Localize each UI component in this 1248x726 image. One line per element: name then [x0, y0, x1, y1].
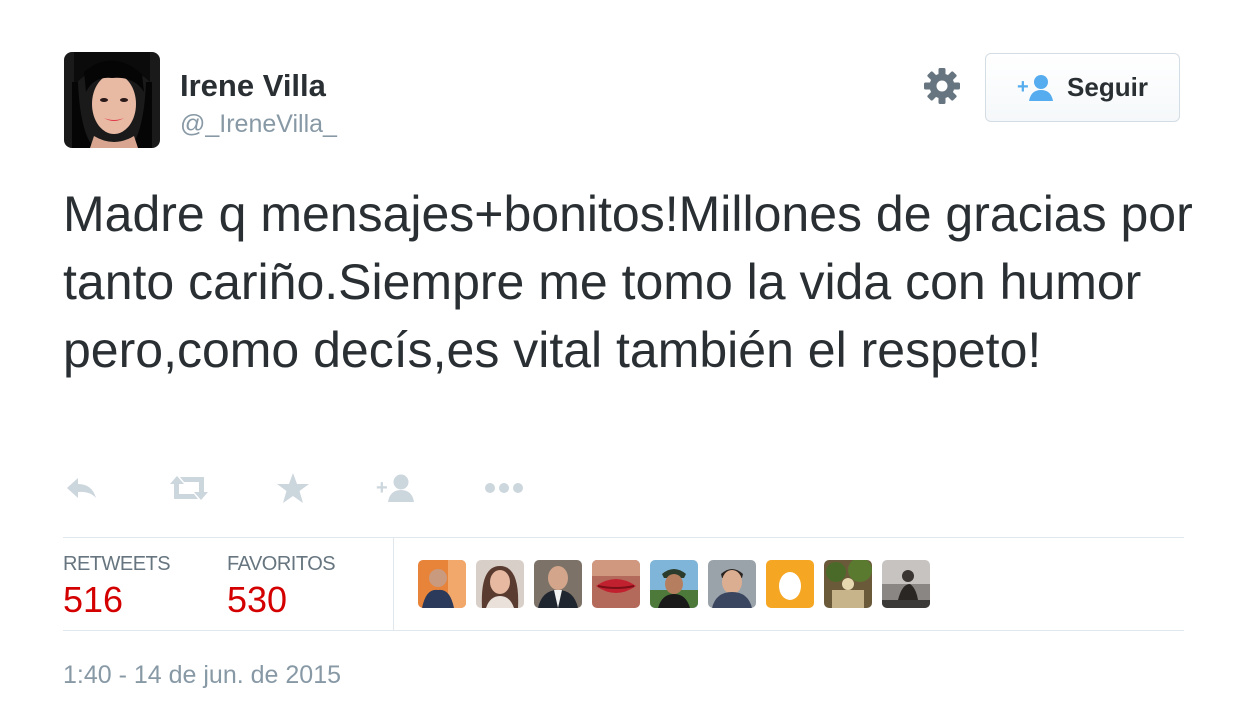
- retweet-icon[interactable]: [168, 468, 210, 508]
- star-icon[interactable]: [276, 468, 310, 508]
- stats-divider: [393, 538, 394, 630]
- tweet-text: Madre q mensajes+bonitos!Millones de gra…: [63, 186, 1193, 378]
- follow-icon[interactable]: +: [376, 468, 418, 508]
- follow-button[interactable]: + Seguir: [985, 53, 1180, 122]
- stats-bottom-divider: [63, 630, 1184, 631]
- user-handle[interactable]: @_IreneVilla_: [180, 108, 337, 140]
- retweets-count: 516: [63, 579, 124, 620]
- add-user-icon: +: [1017, 73, 1057, 103]
- favoriter-avatar[interactable]: [650, 560, 698, 608]
- retweets-stat[interactable]: RETWEETS 516: [63, 552, 171, 622]
- more-icon[interactable]: [484, 468, 524, 508]
- favoriter-avatar[interactable]: [592, 560, 640, 608]
- favorites-label: FAVORITOS: [227, 553, 336, 575]
- follow-button-label: Seguir: [1067, 72, 1148, 102]
- favoriter-avatar[interactable]: [708, 560, 756, 608]
- user-avatar[interactable]: [64, 52, 160, 148]
- retweets-label: RETWEETS: [63, 553, 171, 575]
- reply-icon[interactable]: [64, 468, 100, 508]
- favoriter-avatar[interactable]: [882, 560, 930, 608]
- tweet-timestamp[interactable]: 1:40 - 14 de jun. de 2015: [63, 660, 341, 690]
- svg-text:+: +: [376, 477, 388, 499]
- favoriter-avatar[interactable]: [476, 560, 524, 608]
- tweet-stats: RETWEETS 516 FAVORITOS 530: [63, 538, 1184, 630]
- favorites-count: 530: [227, 579, 288, 620]
- favoriter-avatar[interactable]: [766, 560, 814, 608]
- svg-text:+: +: [1017, 76, 1029, 98]
- user-name[interactable]: Irene Villa: [180, 66, 326, 106]
- favoriter-avatar[interactable]: [534, 560, 582, 608]
- favorites-stat[interactable]: FAVORITOS 530: [227, 552, 336, 622]
- favoriter-avatar[interactable]: [418, 560, 466, 608]
- favoriter-avatar[interactable]: [824, 560, 872, 608]
- gear-icon[interactable]: [920, 64, 964, 108]
